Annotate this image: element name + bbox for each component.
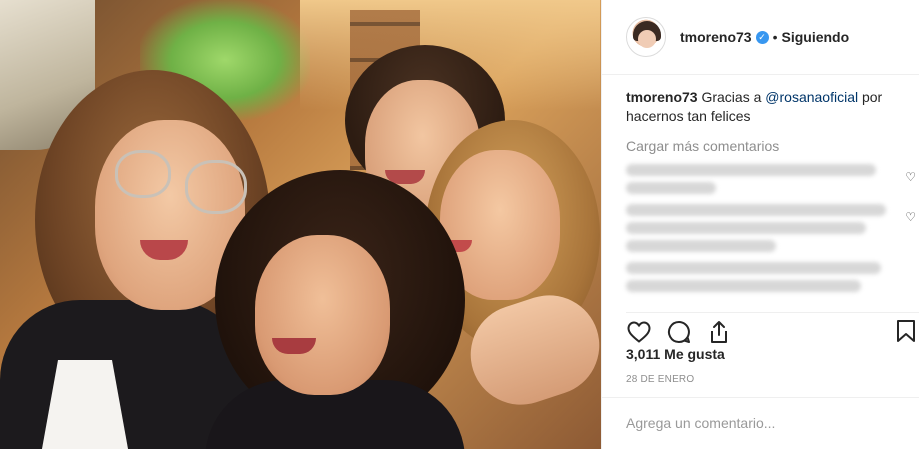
person-1-glasses-left <box>115 150 171 198</box>
likes-count[interactable]: 3,011 Me gusta <box>626 346 725 362</box>
person-1-glasses-right <box>185 160 247 214</box>
caption-mention-link[interactable]: @rosanaoficial <box>765 89 858 105</box>
action-icons <box>626 319 746 345</box>
share-icon[interactable] <box>706 319 732 345</box>
post-date: 28 DE ENERO <box>626 374 695 385</box>
comment-input[interactable] <box>626 412 896 434</box>
caption-username[interactable]: tmoreno73 <box>626 89 698 105</box>
comment-item: ♡ <box>626 204 916 252</box>
blurred-comment-line <box>626 182 716 194</box>
verified-badge-icon: ✓ <box>755 30 769 44</box>
post-caption: tmoreno73 Gracias a @rosanaoficial por h… <box>626 88 916 126</box>
header-username[interactable]: tmoreno73 <box>680 29 752 45</box>
blurred-comment-line <box>626 204 886 216</box>
avatar[interactable] <box>626 17 666 57</box>
load-more-comments-button[interactable]: Cargar más comentarios <box>626 138 916 154</box>
blurred-comment-line <box>626 280 861 292</box>
blurred-comment-line <box>626 240 776 252</box>
add-comment-bar <box>602 397 919 449</box>
post-photo[interactable] <box>0 0 601 449</box>
blurred-comment-line <box>626 222 866 234</box>
post-actions-bar <box>626 312 919 345</box>
caption-text-before: Gracias a <box>701 89 766 105</box>
comment-like-heart-icon[interactable]: ♡ <box>905 170 916 184</box>
blurred-comment-line <box>626 262 881 274</box>
heart-icon[interactable] <box>626 319 652 345</box>
post-header: tmoreno73 ✓ • Siguiendo <box>602 0 919 75</box>
comments-section: tmoreno73 Gracias a @rosanaoficial por h… <box>626 88 916 298</box>
separator-dot: • <box>772 29 778 45</box>
comment-icon[interactable] <box>666 319 692 345</box>
follow-status-button[interactable]: Siguiendo <box>781 29 849 45</box>
bookmark-icon[interactable] <box>896 319 916 348</box>
comment-item: ♡ <box>626 164 916 194</box>
comment-item <box>626 262 896 292</box>
comment-like-heart-icon[interactable]: ♡ <box>905 210 916 224</box>
blurred-comment-line <box>626 164 876 176</box>
person-2-face <box>255 235 390 395</box>
post-side-panel: tmoreno73 ✓ • Siguiendo tmoreno73 Gracia… <box>601 0 919 449</box>
